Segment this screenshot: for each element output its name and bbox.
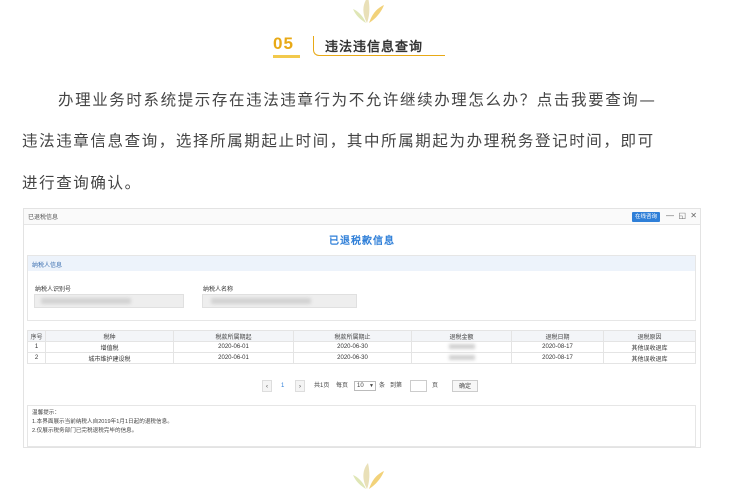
refund-table: 序号 税种 税款所属期起 税款所属期止 退税金额 退税日期 退税原因 1 增值税…: [27, 330, 696, 364]
chevron-down-icon: ▼: [369, 383, 374, 389]
section-header: 05 违法违信息查询: [273, 34, 453, 60]
section-title-underline: [325, 55, 445, 56]
cell-period-start: 2020-06-01: [173, 341, 294, 353]
online-consult-button[interactable]: 在线咨询: [631, 212, 660, 222]
tips-title: 温馨提示：: [32, 410, 60, 416]
window-title: 已退税信息: [28, 215, 59, 221]
col-period-end: 税款所属期止: [293, 330, 412, 342]
window-titlebar: 已退税信息 在线咨询 — ◱ ✕: [24, 209, 700, 225]
section-title: 违法违信息查询: [325, 40, 424, 55]
cell-refund-date: 2020-08-17: [511, 341, 604, 353]
cell-refund-date: 2020-08-17: [511, 352, 604, 364]
wheat-leaf-icon: [353, 463, 384, 489]
restore-icon[interactable]: ◱: [678, 211, 686, 221]
next-page-button[interactable]: ›: [295, 380, 305, 392]
cell-seq: 2: [27, 352, 46, 364]
paragraph-line-2: 违法违章信息查询，选择所属期起止时间，其中所属期起为办理税务登记时间，即可: [22, 132, 655, 150]
goto-page-unit: 页: [432, 383, 439, 389]
wheat-leaf-icon: [353, 0, 384, 23]
taxpayer-name-label: 纳税人名称: [203, 287, 234, 293]
paragraph-line-1: 办理业务时系统提示存在违法违章行为不允许继续办理怎么办？点击我要查询—: [58, 91, 657, 109]
per-page-label: 每页: [336, 383, 349, 389]
per-page-unit: 条: [379, 383, 386, 389]
goto-label: 到第: [390, 383, 403, 389]
col-seq: 序号: [27, 330, 46, 342]
per-page-value: 10: [357, 383, 364, 389]
per-page-select[interactable]: 10 ▼: [354, 381, 376, 391]
taxpayer-id-label: 纳税人识别号: [35, 287, 72, 293]
col-refund-date: 退税日期: [511, 330, 604, 342]
taxpayer-id-field[interactable]: [34, 294, 184, 308]
section-number: 05: [273, 34, 294, 53]
col-refund-amount: 退税金额: [411, 330, 512, 342]
col-refund-reason: 退税原因: [603, 330, 696, 342]
taxpayer-panel-title: 纳税人信息: [28, 256, 695, 271]
cell-period-end: 2020-06-30: [293, 352, 412, 364]
table-row[interactable]: 2 城市维护建设税 2020-06-01 2020-06-30 2020-08-…: [27, 352, 696, 364]
cell-period-start: 2020-06-01: [173, 352, 294, 364]
goto-confirm-button[interactable]: 确定: [452, 380, 479, 392]
col-tax-type: 税种: [45, 330, 174, 342]
tips-panel: 温馨提示： 1.本界面展示当前纳税人自2019年1月1日起的退税信息。 2.仅展…: [27, 405, 696, 447]
goto-page-input[interactable]: [410, 380, 427, 392]
table-row[interactable]: 1 增值税 2020-06-01 2020-06-30 2020-08-17 其…: [27, 341, 696, 353]
cell-refund-reason: 其他误收退库: [603, 341, 696, 353]
cell-tax-type: 城市维护建设税: [45, 352, 174, 364]
taxpayer-info-panel: 纳税人信息 纳税人识别号 纳税人名称: [27, 255, 696, 321]
total-pages: 共1页: [314, 383, 330, 389]
tips-line-1: 1.本界面展示当前纳税人自2019年1月1日起的退税信息。: [32, 419, 173, 425]
cell-refund-reason: 其他误收退库: [603, 352, 696, 364]
cell-seq: 1: [27, 341, 46, 353]
refund-info-window: 已退税信息 在线咨询 — ◱ ✕ 已退税款信息 纳税人信息 纳税人识别号 纳税人…: [23, 208, 701, 448]
page-title: 已退税款信息: [329, 236, 395, 247]
paragraph-line-3: 进行查询确认。: [22, 174, 142, 192]
close-icon[interactable]: ✕: [690, 211, 697, 221]
col-period-start: 税款所属期起: [173, 330, 294, 342]
taxpayer-name-field[interactable]: [202, 294, 357, 308]
cell-period-end: 2020-06-30: [293, 341, 412, 353]
section-number-underline: [273, 55, 300, 58]
cell-refund-amount: [411, 352, 512, 364]
minimize-icon[interactable]: —: [666, 211, 674, 221]
table-header-row: 序号 税种 税款所属期起 税款所属期止 退税金额 退税日期 退税原因: [27, 330, 696, 342]
prev-page-button[interactable]: ‹: [262, 380, 272, 392]
tips-line-2: 2.仅展示税务部门已完税退税完毕的信息。: [32, 428, 138, 434]
current-page[interactable]: 1: [281, 380, 284, 392]
cell-tax-type: 增值税: [45, 341, 174, 353]
cell-refund-amount: [411, 341, 512, 353]
